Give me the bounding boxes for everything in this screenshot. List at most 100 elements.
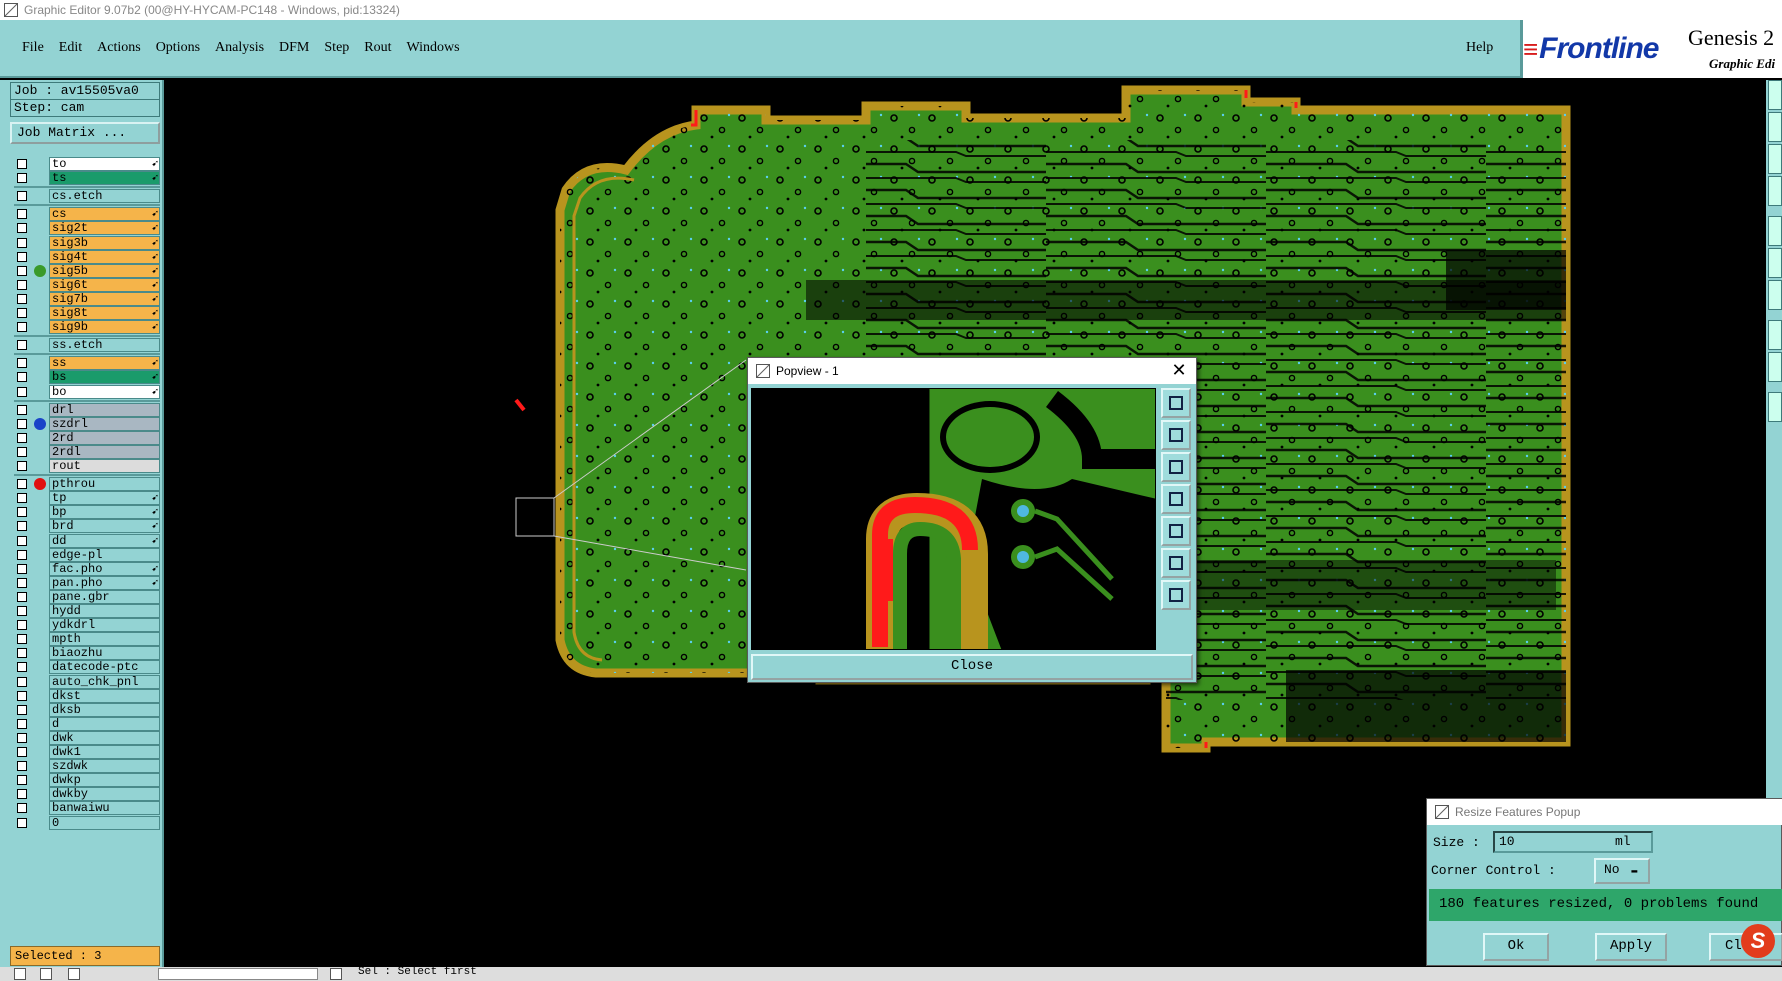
ok-button[interactable]: Ok	[1483, 933, 1549, 961]
layer-name[interactable]: ydkdrl	[49, 618, 160, 633]
layer-checkbox[interactable]	[17, 418, 27, 429]
layer-row[interactable]: ss.etch	[14, 338, 162, 353]
layer-checkbox[interactable]	[17, 803, 27, 814]
layer-name[interactable]: ss.etch	[49, 338, 160, 353]
layer-row[interactable]: cs.etch	[14, 189, 162, 204]
layer-name[interactable]: dwk	[49, 730, 160, 745]
layer-name[interactable]: sig3b	[49, 235, 160, 250]
layer-name[interactable]: bp	[49, 505, 160, 520]
fit-tool-icon[interactable]	[1768, 144, 1782, 174]
layer-row[interactable]: brd ➹	[14, 519, 162, 534]
popview-zoom-in-icon[interactable]	[1161, 388, 1191, 418]
layer-row[interactable]: bp ➹	[14, 505, 162, 520]
layer-row[interactable]: szdrl	[14, 416, 162, 431]
menu-help[interactable]: Help	[1466, 40, 1493, 56]
layer-name[interactable]: sig2t	[49, 221, 160, 236]
menu-file[interactable]: File	[22, 40, 44, 56]
pan-tool-icon[interactable]	[1768, 112, 1782, 142]
layer-name[interactable]: fac.pho	[49, 561, 160, 576]
layer-checkbox[interactable]	[17, 676, 27, 687]
layer-checkbox[interactable]	[17, 761, 27, 772]
layer-name[interactable]: sig6t	[49, 277, 160, 292]
layer-row[interactable]: dwkp	[14, 773, 162, 788]
layer-checkbox[interactable]	[17, 493, 27, 504]
layer-row[interactable]: pan.pho ➹	[14, 575, 162, 590]
layer-checkbox[interactable]	[17, 648, 27, 659]
layer-row[interactable]: drl	[14, 402, 162, 417]
layer-name[interactable]: 2rdl	[49, 444, 160, 459]
layer-name[interactable]: biaozhu	[49, 646, 160, 661]
layer-row[interactable]: fac.pho ➹	[14, 561, 162, 576]
layer-name[interactable]: ss	[49, 356, 160, 371]
job-matrix-button[interactable]: Job Matrix ...	[10, 122, 160, 144]
close-icon[interactable]: ✕	[1168, 360, 1190, 382]
status-plus-icon[interactable]	[330, 968, 342, 980]
layer-row[interactable]: dwkby	[14, 787, 162, 802]
layer-name[interactable]: rout	[49, 459, 160, 473]
select-tool-icon[interactable]	[1768, 320, 1782, 350]
popview-left-icon[interactable]	[1161, 484, 1191, 514]
layer-row[interactable]: dkst	[14, 688, 162, 703]
layer-row[interactable]: sig2t ➹	[14, 221, 162, 236]
status-view-icon[interactable]	[68, 968, 80, 980]
layer-checkbox[interactable]	[17, 209, 27, 220]
layer-name[interactable]: datecode-ptc	[49, 660, 160, 675]
layer-row[interactable]: rout	[14, 459, 162, 473]
layer-name[interactable]: sig9b	[49, 320, 160, 335]
layer-checkbox[interactable]	[17, 223, 27, 234]
layer-checkbox[interactable]	[17, 563, 27, 574]
layer-name[interactable]: szdwk	[49, 759, 160, 774]
popview-up-icon[interactable]	[1161, 420, 1191, 450]
layer-checkbox[interactable]	[17, 191, 27, 202]
menu-options[interactable]: Options	[156, 40, 200, 56]
layer-name[interactable]: mpth	[49, 632, 160, 647]
popview-fit-icon[interactable]	[1161, 548, 1191, 578]
layer-checkbox[interactable]	[17, 237, 27, 248]
layer-row[interactable]: sig5b ➹	[14, 263, 162, 278]
layer-checkbox[interactable]	[17, 251, 27, 262]
layer-name[interactable]: sig5b	[49, 263, 160, 278]
layer-checkbox[interactable]	[17, 293, 27, 304]
layer-row[interactable]: dwk1	[14, 745, 162, 759]
layer-row[interactable]: sig6t ➹	[14, 277, 162, 292]
layer-name[interactable]: szdrl	[49, 416, 160, 431]
layer-row[interactable]: mpth	[14, 632, 162, 647]
layer-name[interactable]: hydd	[49, 604, 160, 618]
layer-row[interactable]: ts ➹	[14, 171, 162, 186]
layer-checkbox[interactable]	[17, 606, 27, 616]
layer-name[interactable]: dwkby	[49, 787, 160, 802]
menu-windows[interactable]: Windows	[407, 40, 460, 56]
layer-row[interactable]: to ➹	[14, 157, 162, 171]
popview-canvas[interactable]	[751, 388, 1156, 650]
move-tool-icon[interactable]	[1768, 352, 1782, 382]
popview-right-icon[interactable]	[1161, 516, 1191, 546]
layer-name[interactable]: dkst	[49, 688, 160, 703]
layer-row[interactable]: sig4t ➹	[14, 249, 162, 264]
layer-name[interactable]: 0	[49, 815, 160, 830]
layer-name[interactable]: cs	[49, 207, 160, 222]
layer-name[interactable]: cs.etch	[49, 189, 160, 204]
layer-name[interactable]: banwaiwu	[49, 801, 160, 816]
layer-checkbox[interactable]	[17, 521, 27, 532]
layer-row[interactable]: pthrou	[14, 477, 162, 492]
layer-name[interactable]: pane.gbr	[49, 589, 160, 604]
layer-checkbox[interactable]	[17, 732, 27, 743]
layer-name[interactable]: pan.pho	[49, 575, 160, 590]
status-toggle-icon[interactable]	[14, 968, 26, 980]
menu-analysis[interactable]: Analysis	[215, 40, 264, 56]
layer-checkbox[interactable]	[17, 308, 27, 318]
popview-center-icon[interactable]	[1161, 580, 1191, 610]
layer-row[interactable]: datecode-ptc	[14, 660, 162, 675]
measure-tool-icon[interactable]	[1768, 216, 1782, 246]
layer-name[interactable]: sig8t	[49, 306, 160, 320]
layer-checkbox[interactable]	[17, 620, 27, 631]
layer-row[interactable]: ydkdrl	[14, 618, 162, 633]
command-input[interactable]	[158, 968, 318, 980]
redraw-tool-icon[interactable]	[1768, 176, 1782, 206]
layer-row[interactable]: d	[14, 716, 162, 731]
layer-name[interactable]: edge-pl	[49, 547, 160, 562]
layer-name[interactable]: dwkp	[49, 773, 160, 788]
layer-checkbox[interactable]	[17, 386, 27, 397]
layer-row[interactable]: ss ➹	[14, 356, 162, 371]
layer-name[interactable]: sig7b	[49, 291, 160, 306]
